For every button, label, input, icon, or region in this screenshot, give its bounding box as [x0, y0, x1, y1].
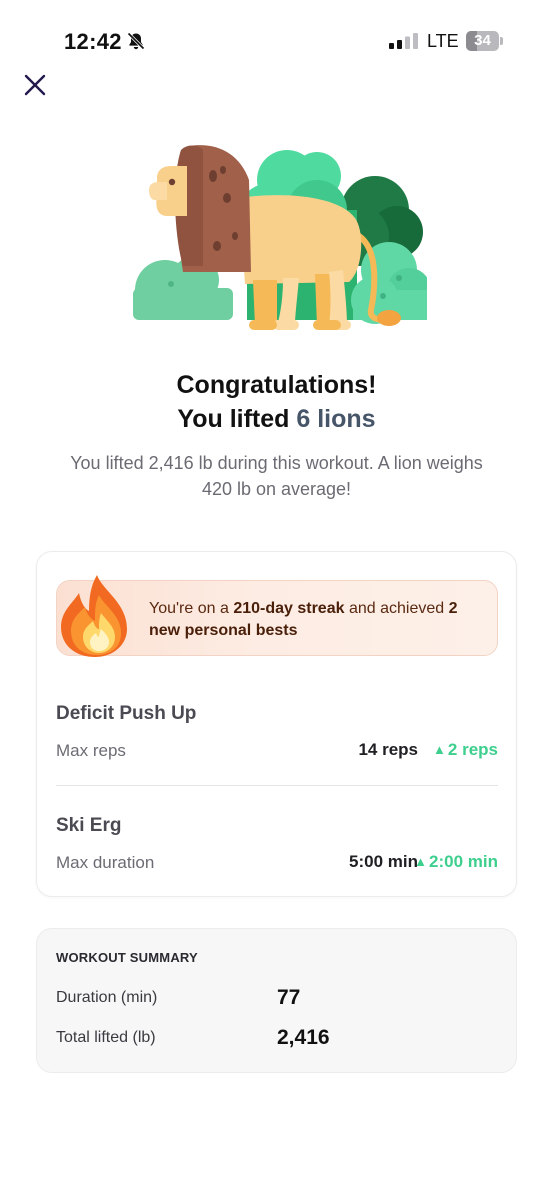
summary-label-duration: Duration (min)	[56, 989, 158, 1006]
lions-lifted-prefix: You lifted	[177, 405, 297, 433]
record-improvement-value: 2 reps	[447, 740, 498, 759]
personal-bests-card: You're on a 210-day streak and achieved …	[36, 551, 517, 897]
bell-off-icon	[127, 32, 145, 50]
flame-icon	[61, 575, 127, 657]
summary-value-duration: 77	[277, 986, 301, 1009]
record-improvement: ▲ 2 reps	[433, 740, 498, 760]
record-divider	[56, 785, 498, 786]
network-type: LTE	[427, 31, 459, 51]
streak-message: You're on a 210-day streak and achieved …	[149, 598, 479, 642]
status-bar: 12:42 LTE 34	[0, 0, 553, 84]
triangle-up-icon: ▲	[414, 854, 428, 869]
streak-length: 210-day streak	[233, 600, 345, 617]
streak-banner: You're on a 210-day streak and achieved …	[56, 575, 498, 657]
streak-middle: and achieved	[344, 600, 449, 617]
battery-icon: 34	[466, 31, 503, 51]
exercise-name: Ski Erg	[56, 815, 122, 836]
record-metric: Max reps	[56, 741, 126, 760]
weight-comparison-text: You lifted 2,416 lb during this workout.…	[70, 453, 483, 499]
workout-summary-card: WORKOUT SUMMARY Duration (min) 77 Total …	[36, 928, 517, 1073]
congrats-title: Congratulations!	[176, 371, 377, 399]
record-metric: Max duration	[56, 853, 155, 872]
streak-prefix: You're on a	[149, 600, 234, 617]
record-value: 5:00 min	[349, 852, 418, 871]
status-time: 12:42	[64, 29, 122, 54]
lion-illustration	[133, 145, 427, 330]
lions-count: 6 lions	[296, 405, 376, 433]
record-improvement: ▲ 2:00 min	[414, 852, 498, 872]
congrats-heading: Congratulations! You lifted 6 lions	[0, 368, 553, 436]
summary-heading: WORKOUT SUMMARY	[56, 950, 198, 965]
workout-complete-screen: 12:42 LTE 34 Congratulations! You lifted…	[0, 0, 553, 1200]
summary-value-total-lifted: 2,416	[277, 1026, 330, 1049]
close-icon[interactable]	[22, 72, 48, 98]
exercise-name: Deficit Push Up	[56, 703, 197, 724]
triangle-up-icon: ▲	[433, 742, 446, 757]
signal-icon	[389, 33, 418, 49]
record-improvement-value: 2:00 min	[429, 852, 498, 871]
battery-level: 34	[474, 32, 491, 49]
lions-lifted-line: You lifted 6 lions	[0, 402, 553, 436]
record-value: 14 reps	[358, 740, 418, 759]
summary-label-total-lifted: Total lifted (lb)	[56, 1029, 156, 1046]
